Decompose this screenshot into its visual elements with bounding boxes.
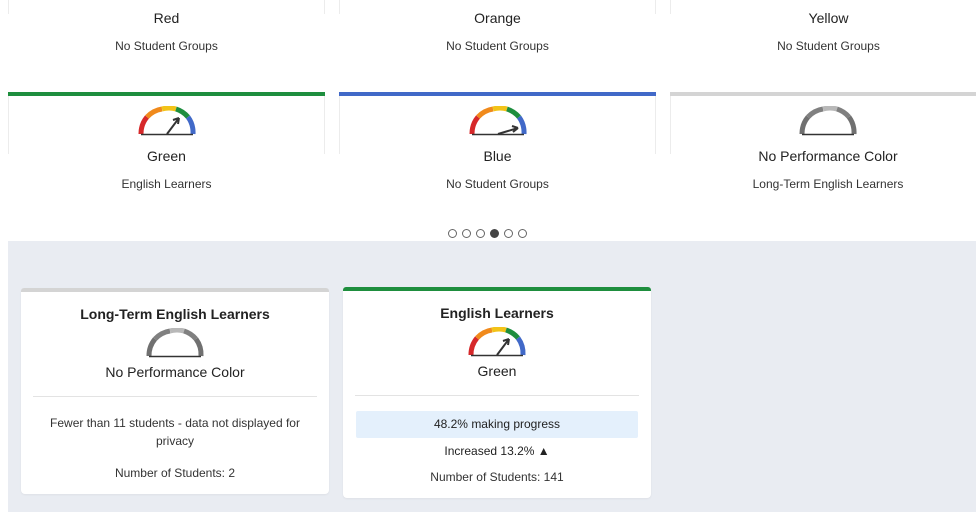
color-label: No Performance Color <box>758 148 898 164</box>
carousel-dot-5[interactable] <box>504 229 513 238</box>
student-count: Number of Students: 2 <box>114 466 236 480</box>
card-accent-bar <box>21 288 329 292</box>
color-label: No Performance Color <box>105 364 245 380</box>
gauge-green-icon <box>465 326 529 362</box>
color-label: Red <box>153 10 180 26</box>
color-card-green[interactable]: Green English Learners <box>8 92 325 197</box>
gauge-gray-icon <box>143 327 207 363</box>
color-label: Orange <box>474 10 521 26</box>
gauge-icon <box>797 0 861 4</box>
student-groups-label: English Learners <box>121 177 212 191</box>
student-count: Number of Students: 141 <box>430 470 564 484</box>
color-card-no-performance[interactable]: No Performance Color Long-Term English L… <box>670 92 976 197</box>
carousel-dot-6[interactable] <box>518 229 527 238</box>
gauge-green-icon <box>135 105 199 141</box>
carousel-dot-2[interactable] <box>462 229 471 238</box>
detail-card-english-learners: English Learners Green 48.2% making prog… <box>343 287 651 498</box>
divider <box>355 395 639 396</box>
color-label: Green <box>147 148 186 164</box>
color-card-blue[interactable]: Blue No Student Groups <box>339 92 656 197</box>
color-card-red[interactable]: Red No Student Groups <box>8 0 325 70</box>
carousel-dot-3[interactable] <box>476 229 485 238</box>
divider <box>33 396 317 397</box>
gauge-gray-icon <box>796 105 860 141</box>
top-color-row: Red No Student Groups Orange No Student … <box>0 0 976 70</box>
change-indicator: Increased 13.2% ▲ <box>444 444 550 458</box>
detail-card-long-term-english-learners: Long-Term English Learners No Performanc… <box>21 288 329 494</box>
color-label: Green <box>477 363 517 379</box>
privacy-note: Fewer than 11 students - data not displa… <box>50 416 300 448</box>
group-title: English Learners <box>440 305 554 321</box>
gauge-icon <box>135 0 199 4</box>
carousel-pagination <box>448 229 527 238</box>
color-card-orange[interactable]: Orange No Student Groups <box>339 0 656 70</box>
gauge-icon <box>466 0 530 4</box>
card-accent-bar <box>343 287 651 291</box>
group-title: Long-Term English Learners <box>80 306 270 322</box>
student-groups-label: No Student Groups <box>777 39 880 53</box>
progress-highlight: 48.2% making progress <box>356 411 638 438</box>
student-groups-label: No Student Groups <box>446 39 549 53</box>
carousel-dot-4[interactable] <box>490 229 499 238</box>
color-label: Blue <box>483 148 512 164</box>
color-label: Yellow <box>808 10 849 26</box>
student-groups-label: No Student Groups <box>115 39 218 53</box>
student-groups-label: No Student Groups <box>446 177 549 191</box>
student-groups-label: Long-Term English Learners <box>752 177 904 191</box>
carousel-dot-1[interactable] <box>448 229 457 238</box>
student-group-detail-panel: Long-Term English Learners No Performanc… <box>8 241 976 512</box>
gauge-blue-icon <box>466 105 530 141</box>
color-card-yellow[interactable]: Yellow No Student Groups <box>670 0 976 70</box>
